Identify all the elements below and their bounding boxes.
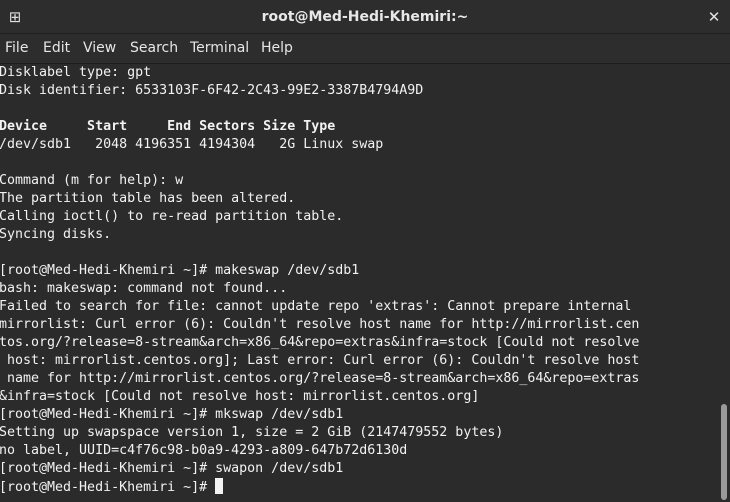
terminal-line: Setting up swapspace version 1, size = 2… [0,425,504,440]
terminal-line: [root@Med-Hedi-Khemiri ~]# makeswap /dev… [0,263,360,278]
terminal-line: [root@Med-Hedi-Khemiri ~]# [0,478,639,496]
terminal-line: Syncing disks. [0,227,112,242]
terminal-line: &infra=stock [Could not resolve host: mi… [0,389,480,404]
menu-bar: File Edit View Search Terminal Help [0,34,730,64]
close-icon[interactable]: ✕ [702,5,726,29]
terminal-line: /dev/sdb1 2048 4196351 4194304 2G Linux … [0,137,384,152]
terminal-line: mirrorlist: Curl error (6): Couldn't res… [0,317,640,332]
terminal-scrollbar[interactable] [718,64,730,502]
menu-search[interactable]: Search [130,34,178,63]
terminal-line: Disk identifier: 6533103F-6F42-2C43-99E2… [0,83,424,98]
menu-view[interactable]: View [83,34,116,63]
terminal-output[interactable]: Disklabel type: gpt Disk identifier: 6533… [0,64,718,502]
terminal-line: no label, UUID=c4f76c98-b0a9-4293-a809-6… [0,443,408,458]
terminal-line: Calling ioctl() to re-read partition tab… [0,209,344,224]
menu-file[interactable]: File [5,34,28,63]
terminal-line: host: mirrorlist.centos.org]; Last error… [0,353,640,368]
terminal-line: Disklabel type: gpt [0,65,152,80]
terminal-line: bash: makeswap: command not found... [0,281,288,296]
terminal-line: [root@Med-Hedi-Khemiri ~]# mkswap /dev/s… [0,407,344,422]
scrollbar-thumb[interactable] [721,404,727,500]
terminal-line: name for http://mirrorlist.centos.org/?r… [0,371,640,386]
menu-edit[interactable]: Edit [43,34,70,63]
terminal-line: tos.org/?release=8-stream&arch=x86_64&re… [0,335,640,350]
menu-help[interactable]: Help [261,34,293,63]
text-cursor [215,478,224,494]
menu-terminal[interactable]: Terminal [190,34,249,63]
terminal-line: The partition table has been altered. [0,191,296,206]
terminal-line: Command (m for help): w [0,173,184,188]
terminal-line: Failed to search for file: cannot update… [0,299,632,314]
terminal-line: [root@Med-Hedi-Khemiri ~]# swapon /dev/s… [0,461,344,476]
terminal-text: Disklabel type: gpt Disk identifier: 6533… [0,64,639,496]
terminal-line: Device Start End Sectors Size Type [0,119,336,134]
title-bar: ⊞ root@Med-Hedi-Khemiri:~ ✕ [0,0,730,34]
window-title: root@Med-Hedi-Khemiri:~ [261,9,469,25]
